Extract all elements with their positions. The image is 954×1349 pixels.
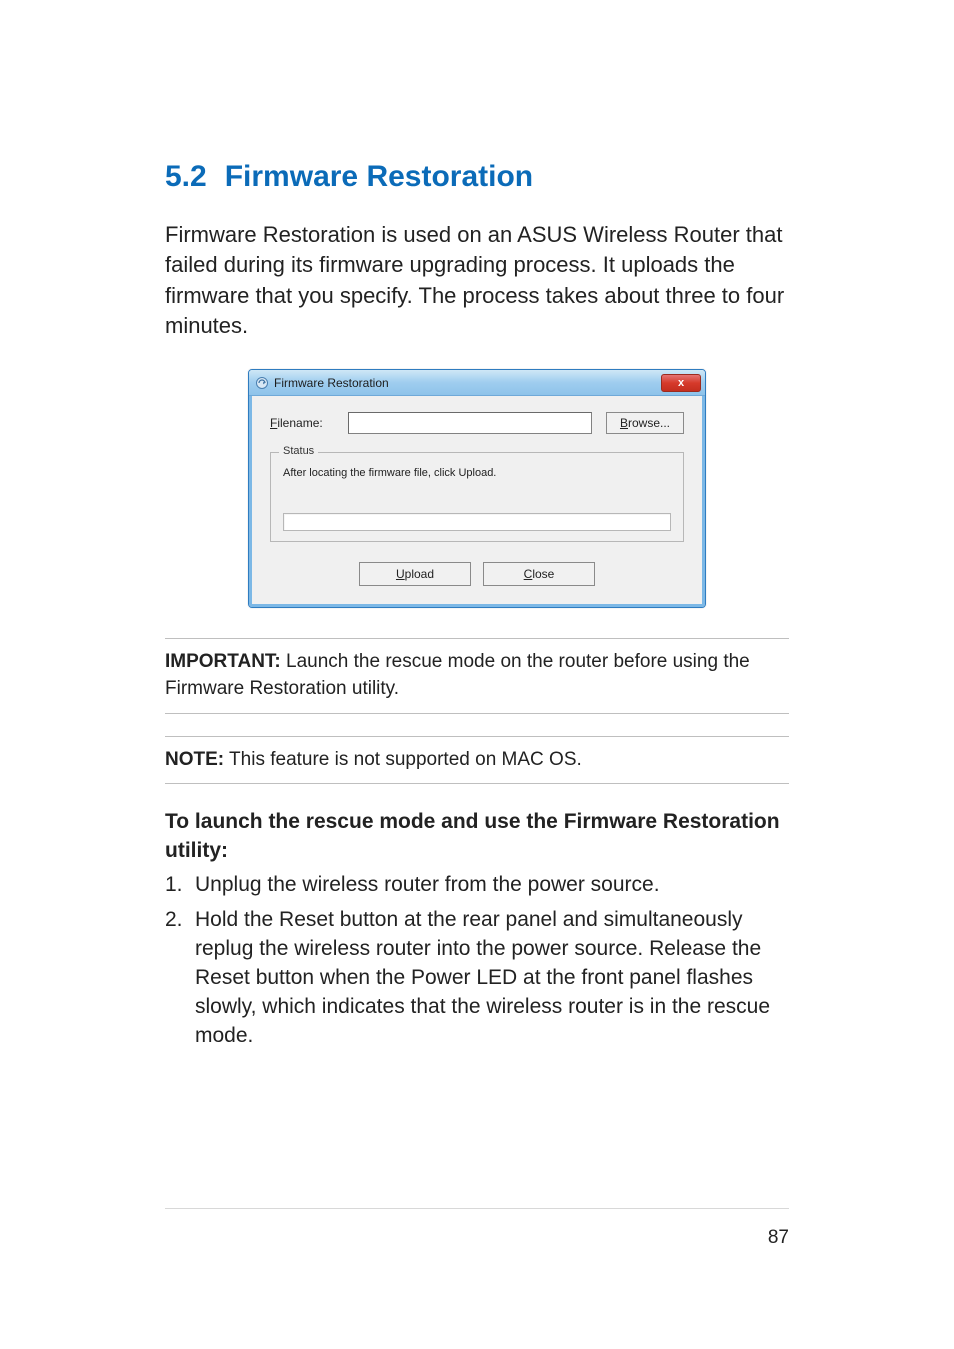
important-note: IMPORTANT: Launch the rescue mode on the… [165, 638, 789, 713]
section-title: Firmware Restoration [225, 160, 533, 193]
list-item: 1. Unplug the wireless router from the p… [165, 871, 789, 900]
app-icon [255, 376, 269, 390]
step-text: Hold the Reset button at the rear panel … [195, 906, 789, 1051]
filename-label: Filename: [270, 416, 348, 430]
note-box: NOTE: This feature is not supported on M… [165, 736, 789, 785]
dialog-screenshot: Firmware Restoration x Filename: Browse.… [165, 369, 789, 608]
step-number: 1. [165, 871, 195, 900]
dialog-body: Filename: Browse... Status After locatin… [249, 396, 705, 607]
firmware-restoration-dialog: Firmware Restoration x Filename: Browse.… [248, 369, 706, 608]
page-number: 87 [768, 1227, 789, 1249]
progress-bar [283, 513, 671, 531]
step-number: 2. [165, 906, 195, 1051]
titlebar: Firmware Restoration x [249, 370, 705, 396]
status-group: Status After locating the firmware file,… [270, 452, 684, 542]
button-row: Upload Close [270, 562, 684, 586]
instructions-list: 1. Unplug the wireless router from the p… [165, 871, 789, 1051]
status-legend: Status [279, 445, 318, 457]
intro-paragraph: Firmware Restoration is used on an ASUS … [165, 220, 789, 341]
instructions-heading: To launch the rescue mode and use the Fi… [165, 808, 789, 865]
footer-rule [165, 1208, 789, 1209]
filename-row: Filename: Browse... [270, 412, 684, 434]
browse-button[interactable]: Browse... [606, 412, 684, 434]
dialog-title: Firmware Restoration [274, 376, 661, 390]
section-heading: 5.2 Firmware Restoration [165, 160, 789, 194]
status-message: After locating the firmware file, click … [283, 467, 671, 479]
list-item: 2. Hold the Reset button at the rear pan… [165, 906, 789, 1051]
section-number: 5.2 [165, 160, 207, 193]
upload-button[interactable]: Upload [359, 562, 471, 586]
note-text: This feature is not supported on MAC OS. [224, 749, 582, 770]
important-label: IMPORTANT: [165, 651, 281, 672]
step-text: Unplug the wireless router from the powe… [195, 871, 789, 900]
filename-input[interactable] [348, 412, 592, 434]
close-icon[interactable]: x [661, 374, 701, 392]
note-label: NOTE: [165, 749, 224, 770]
close-button[interactable]: Close [483, 562, 595, 586]
